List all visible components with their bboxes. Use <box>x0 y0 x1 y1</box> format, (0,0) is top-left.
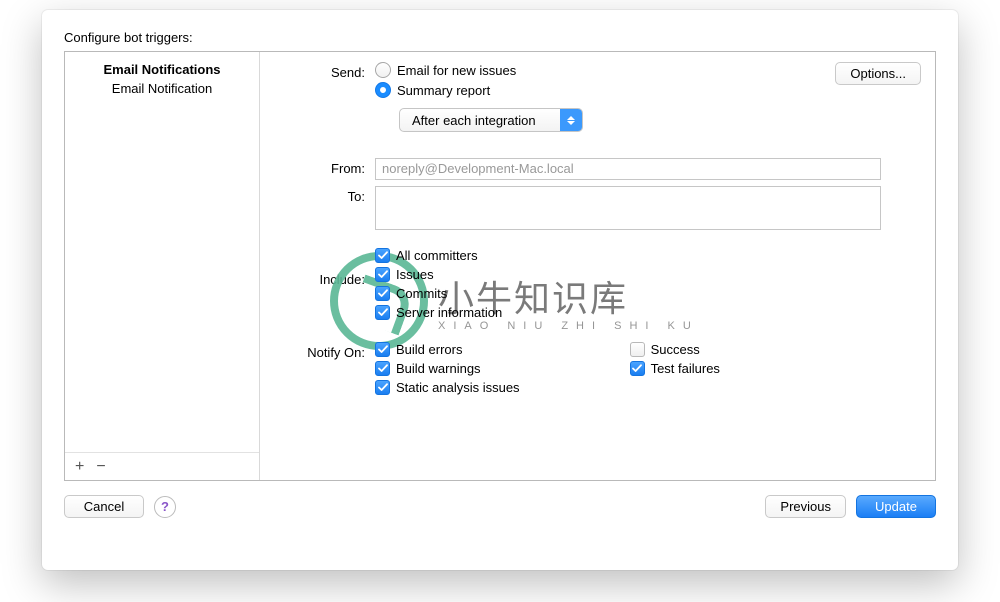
add-trigger-button[interactable]: + <box>75 458 84 476</box>
frequency-value: After each integration <box>400 109 560 131</box>
checkbox-label: Server information <box>396 305 502 320</box>
dialog-title: Configure bot triggers: <box>64 30 936 45</box>
dialog-footer: Cancel ? Previous Update <box>64 495 936 518</box>
checkbox-icon <box>375 380 390 395</box>
checkbox-all-committers[interactable]: All committers <box>375 248 921 263</box>
dialog-sheet: Configure bot triggers: Email Notificati… <box>42 10 958 570</box>
to-label: To: <box>260 186 375 204</box>
options-button[interactable]: Options... <box>835 62 921 85</box>
checkbox-icon <box>630 361 645 376</box>
checkbox-build-errors[interactable]: Build errors <box>375 342 520 357</box>
checkbox-issues[interactable]: Issues <box>375 267 921 282</box>
radio-icon <box>375 82 391 98</box>
from-field[interactable]: noreply@Development-Mac.local <box>375 158 881 180</box>
triggers-sidebar: Email Notifications Email Notification +… <box>65 52 260 480</box>
main-panel: Options... 小牛知识库 XIAO NIU ZHI SHI KU Sen… <box>260 52 935 480</box>
checkbox-commits[interactable]: Commits <box>375 286 921 301</box>
sidebar-item-email-notification[interactable]: Email Notification <box>65 79 259 98</box>
chevron-up-down-icon <box>560 109 582 131</box>
update-button[interactable]: Update <box>856 495 936 518</box>
send-label: Send: <box>260 62 375 80</box>
notify-label: Notify On: <box>260 342 375 360</box>
include-label: Include: <box>260 248 375 287</box>
triggers-list[interactable]: Email Notifications Email Notification <box>65 52 259 452</box>
frequency-select[interactable]: After each integration <box>399 108 583 132</box>
checkbox-test-failures[interactable]: Test failures <box>630 361 720 376</box>
remove-trigger-button[interactable]: − <box>96 458 105 476</box>
checkbox-icon <box>375 305 390 320</box>
cancel-button[interactable]: Cancel <box>64 495 144 518</box>
from-label: From: <box>260 158 375 176</box>
radio-icon <box>375 62 391 78</box>
sidebar-footer: + − <box>65 452 259 480</box>
radio-label: Summary report <box>397 83 490 98</box>
checkbox-icon <box>375 342 390 357</box>
checkbox-server-info[interactable]: Server information <box>375 305 921 320</box>
sidebar-section-header: Email Notifications <box>65 56 259 79</box>
radio-label: Email for new issues <box>397 63 516 78</box>
checkbox-label: Success <box>651 342 700 357</box>
checkbox-label: Build errors <box>396 342 462 357</box>
checkbox-icon <box>375 361 390 376</box>
previous-button[interactable]: Previous <box>765 495 846 518</box>
checkbox-icon <box>630 342 645 357</box>
checkbox-icon <box>375 248 390 263</box>
checkbox-label: Test failures <box>651 361 720 376</box>
checkbox-success[interactable]: Success <box>630 342 720 357</box>
checkbox-static-analysis[interactable]: Static analysis issues <box>375 380 520 395</box>
content-panel: Email Notifications Email Notification +… <box>64 51 936 481</box>
checkbox-label: Commits <box>396 286 447 301</box>
checkbox-label: Static analysis issues <box>396 380 520 395</box>
help-button[interactable]: ? <box>154 496 176 518</box>
checkbox-label: Build warnings <box>396 361 481 376</box>
to-field[interactable] <box>375 186 881 230</box>
checkbox-label: Issues <box>396 267 434 282</box>
checkbox-label: All committers <box>396 248 478 263</box>
checkbox-build-warnings[interactable]: Build warnings <box>375 361 520 376</box>
checkbox-icon <box>375 286 390 301</box>
checkbox-icon <box>375 267 390 282</box>
